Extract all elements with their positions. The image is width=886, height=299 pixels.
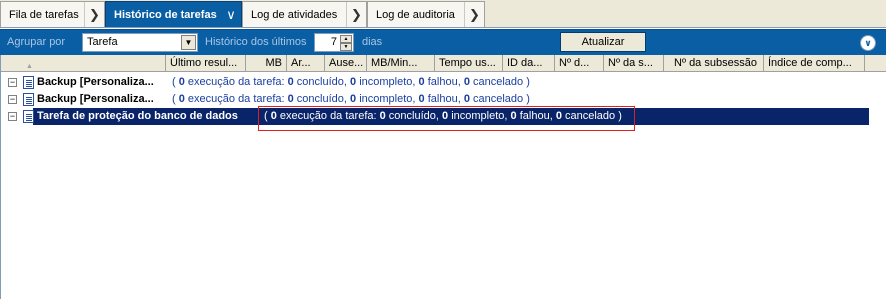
- done-count: 0: [287, 76, 294, 88]
- tab-label: Fila de tarefas: [9, 8, 79, 21]
- dropdown-arrow-icon[interactable]: ▼: [181, 35, 196, 50]
- failed-label: falhou,: [427, 76, 461, 88]
- column-header[interactable]: Ar...: [287, 55, 325, 72]
- task-name: Backup [Personaliza...: [37, 76, 154, 88]
- days-unit-label: dias: [362, 36, 383, 48]
- incomplete-label: incompleto,: [359, 93, 416, 105]
- exec-label: execução da tarefa:: [187, 93, 285, 105]
- tab-activity-log[interactable]: Log de atividades ❯: [242, 1, 367, 27]
- tab-task-queue[interactable]: Fila de tarefas ❯: [0, 1, 105, 27]
- exec-count: 0: [178, 76, 185, 88]
- incomplete-label: incompleto,: [359, 76, 416, 88]
- sort-ascending-icon: ▲: [26, 63, 33, 70]
- update-button[interactable]: Atualizar: [560, 32, 646, 52]
- document-icon: [23, 110, 34, 123]
- history-toolbar: Agrupar por Tarefa ▼ Histórico dos últim…: [0, 29, 886, 55]
- canceled-label: cancelado ): [473, 76, 530, 88]
- column-header[interactable]: Último resul...: [166, 55, 246, 72]
- exec-label: execução da tarefa:: [187, 76, 285, 88]
- task-name: Tarefa de proteção do banco de dados: [37, 110, 238, 122]
- group-by-label: Agrupar por: [7, 36, 66, 48]
- column-header[interactable]: Nº da subsessão: [664, 55, 764, 72]
- sort-column-header[interactable]: ▲: [1, 55, 166, 72]
- tab-label: Log de atividades: [251, 8, 338, 21]
- tab-label: Histórico de tarefas: [114, 8, 217, 21]
- spin-down-icon[interactable]: ▼: [340, 43, 352, 51]
- column-header[interactable]: ID da...: [503, 55, 555, 72]
- column-header[interactable]: Ause...: [325, 55, 367, 72]
- column-header[interactable]: Tempo us...: [435, 55, 503, 72]
- failed-count: 0: [418, 76, 425, 88]
- column-header[interactable]: MB: [246, 55, 287, 72]
- chevron-right-icon[interactable]: ❯: [464, 2, 484, 27]
- column-header[interactable]: Nº da s...: [604, 55, 664, 72]
- collapse-minus-icon[interactable]: −: [8, 78, 17, 87]
- incomplete-count: 0: [350, 93, 357, 105]
- task-history-grid: ▲ Último resul... MB Ar... Ause... MB/Mi…: [0, 55, 886, 299]
- done-label: concluído,: [296, 76, 347, 88]
- exec-count: 0: [178, 93, 185, 105]
- group-by-value: Tarefa: [87, 36, 118, 48]
- done-label: concluído,: [296, 93, 347, 105]
- grid-header: ▲ Último resul... MB Ar... Ause... MB/Mi…: [1, 55, 886, 72]
- chevron-right-icon[interactable]: ❯: [346, 2, 366, 27]
- group-by-select[interactable]: Tarefa ▼: [82, 33, 198, 52]
- task-row[interactable]: − Backup [Personaliza... ( 0 execução da…: [5, 74, 885, 91]
- days-spinner[interactable]: 7 ▲ ▼: [314, 33, 354, 52]
- tab-audit-log[interactable]: Log de auditoria ❯: [367, 1, 485, 27]
- tab-label: Log de auditoria: [376, 8, 455, 21]
- failed-count: 0: [418, 93, 425, 105]
- canceled-count: 0: [463, 76, 470, 88]
- canceled-count: 0: [463, 93, 470, 105]
- done-count: 0: [287, 93, 294, 105]
- history-label: Histórico dos últimos: [205, 36, 307, 48]
- column-header[interactable]: Nº d...: [555, 55, 604, 72]
- task-summary: ( 0 execução da tarefa: 0 concluído, 0 i…: [172, 93, 530, 105]
- tab-task-history[interactable]: Histórico de tarefas ∨: [105, 1, 242, 27]
- incomplete-count: 0: [350, 76, 357, 88]
- canceled-label: cancelado ): [473, 93, 530, 105]
- spin-up-icon[interactable]: ▲: [340, 35, 352, 43]
- chevron-right-icon[interactable]: ❯: [84, 2, 104, 27]
- collapse-minus-icon[interactable]: −: [8, 112, 17, 121]
- column-header[interactable]: Índice de comp...: [764, 55, 865, 72]
- task-summary: ( 0 execução da tarefa: 0 concluído, 0 i…: [172, 76, 530, 88]
- chevron-down-icon[interactable]: ∨: [221, 2, 241, 27]
- days-value: 7: [330, 36, 337, 48]
- column-header[interactable]: MB/Min...: [367, 55, 435, 72]
- document-icon: [23, 76, 34, 89]
- collapse-double-chevron-icon[interactable]: ∨: [860, 35, 876, 51]
- failed-label: falhou,: [427, 93, 461, 105]
- task-name: Backup [Personaliza...: [37, 93, 154, 105]
- annotation-highlight-box: [258, 106, 635, 131]
- collapse-minus-icon[interactable]: −: [8, 95, 17, 104]
- document-icon: [23, 93, 34, 106]
- tab-strip: Fila de tarefas ❯ Histórico de tarefas ∨…: [0, 0, 886, 28]
